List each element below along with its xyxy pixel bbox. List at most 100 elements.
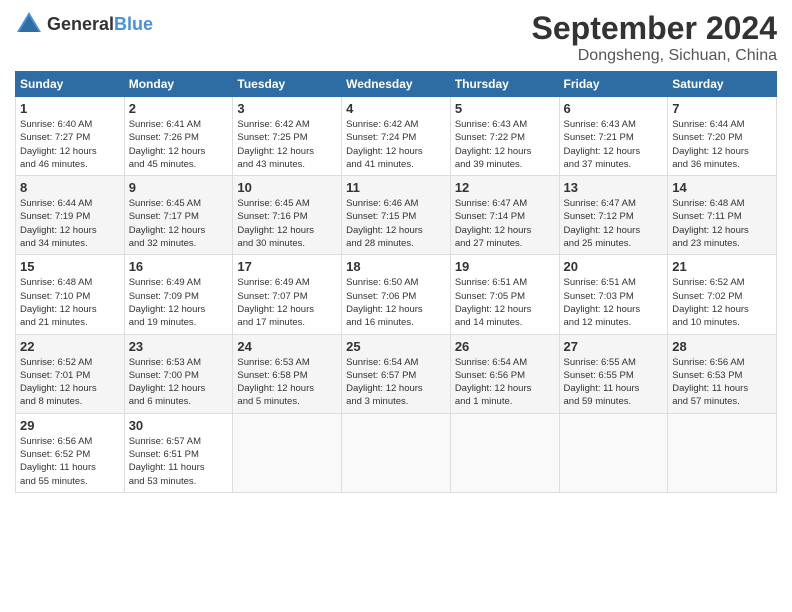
day-number: 3 [237,101,337,116]
calendar-cell [450,413,559,492]
calendar-cell: 16 Sunrise: 6:49 AM Sunset: 7:09 PM Dayli… [124,255,233,334]
header-sunday: Sunday [16,72,125,97]
calendar-cell: 24Sunrise: 6:53 AM Sunset: 6:58 PM Dayli… [233,334,342,413]
header-wednesday: Wednesday [342,72,451,97]
calendar-week-5: 29 Sunrise: 6:56 AM Sunset: 6:52 PM Dayli… [16,413,777,492]
calendar-cell: 5 Sunrise: 6:43 AM Sunset: 7:22 PM Daylig… [450,97,559,176]
day-number: 6 [564,101,664,116]
calendar-cell: 3 Sunrise: 6:42 AM Sunset: 7:25 PM Daylig… [233,97,342,176]
calendar-cell: 1 Sunrise: 6:40 AM Sunset: 7:27 PM Daylig… [16,97,125,176]
day-info: Sunrise: 6:56 AM Sunset: 6:52 PM Dayligh… [20,435,120,488]
calendar-cell: 15 Sunrise: 6:48 AM Sunset: 7:10 PM Dayli… [16,255,125,334]
day-info: Sunrise: 6:45 AM Sunset: 7:17 PM Dayligh… [129,197,229,250]
day-info: Sunrise: 6:41 AM Sunset: 7:26 PM Dayligh… [129,118,229,171]
day-info: Sunrise: 6:51 AM Sunset: 7:05 PM Dayligh… [455,276,555,329]
calendar-cell: 25 Sunrise: 6:54 AM Sunset: 6:57 PM Dayli… [342,334,451,413]
day-info: Sunrise: 6:47 AM Sunset: 7:14 PM Dayligh… [455,197,555,250]
header-monday: Monday [124,72,233,97]
day-number: 10 [237,180,337,195]
day-info: Sunrise: 6:57 AM Sunset: 6:51 PM Dayligh… [129,435,229,488]
day-info: Sunrise: 6:49 AM Sunset: 7:09 PM Dayligh… [129,276,229,329]
day-number: 18 [346,259,446,274]
header-thursday: Thursday [450,72,559,97]
day-info: Sunrise: 6:42 AM Sunset: 7:25 PM Dayligh… [237,118,337,171]
day-info: Sunrise: 6:49 AM Sunset: 7:07 PM Dayligh… [237,276,337,329]
day-info: Sunrise: 6:45 AM Sunset: 7:16 PM Dayligh… [237,197,337,250]
day-info: Sunrise: 6:43 AM Sunset: 7:22 PM Dayligh… [455,118,555,171]
day-info: Sunrise: 6:40 AM Sunset: 7:27 PM Dayligh… [20,118,120,171]
calendar-cell: 26 Sunrise: 6:54 AM Sunset: 6:56 PM Dayli… [450,334,559,413]
day-number: 21 [672,259,772,274]
day-number: 22 [20,339,120,354]
day-number: 7 [672,101,772,116]
calendar-cell: 20Sunrise: 6:51 AM Sunset: 7:03 PM Dayli… [559,255,668,334]
calendar-cell [668,413,777,492]
month-title: September 2024 [532,10,777,47]
calendar-week-1: 1 Sunrise: 6:40 AM Sunset: 7:27 PM Daylig… [16,97,777,176]
day-info: Sunrise: 6:52 AM Sunset: 7:01 PM Dayligh… [20,356,120,409]
day-number: 25 [346,339,446,354]
day-number: 16 [129,259,229,274]
calendar-cell: 28 Sunrise: 6:56 AM Sunset: 6:53 PM Dayli… [668,334,777,413]
calendar-cell: 13 Sunrise: 6:47 AM Sunset: 7:12 PM Dayli… [559,176,668,255]
day-info: Sunrise: 6:44 AM Sunset: 7:20 PM Dayligh… [672,118,772,171]
calendar-cell [342,413,451,492]
title-block: September 2024 Dongsheng, Sichuan, China [532,10,777,65]
day-number: 12 [455,180,555,195]
day-number: 11 [346,180,446,195]
day-info: Sunrise: 6:48 AM Sunset: 7:11 PM Dayligh… [672,197,772,250]
day-number: 4 [346,101,446,116]
day-number: 13 [564,180,664,195]
day-info: Sunrise: 6:53 AM Sunset: 6:58 PM Dayligh… [237,356,337,409]
day-info: Sunrise: 6:56 AM Sunset: 6:53 PM Dayligh… [672,356,772,409]
day-number: 23 [129,339,229,354]
calendar-cell: 29 Sunrise: 6:56 AM Sunset: 6:52 PM Dayli… [16,413,125,492]
calendar-cell: 4 Sunrise: 6:42 AM Sunset: 7:24 PM Daylig… [342,97,451,176]
calendar-cell: 12 Sunrise: 6:47 AM Sunset: 7:14 PM Dayli… [450,176,559,255]
location-subtitle: Dongsheng, Sichuan, China [532,47,777,65]
day-number: 29 [20,418,120,433]
calendar-cell: 11Sunrise: 6:46 AM Sunset: 7:15 PM Dayli… [342,176,451,255]
day-number: 8 [20,180,120,195]
calendar-cell: 17Sunrise: 6:49 AM Sunset: 7:07 PM Dayli… [233,255,342,334]
calendar-cell: 8 Sunrise: 6:44 AM Sunset: 7:19 PM Daylig… [16,176,125,255]
days-header-row: Sunday Monday Tuesday Wednesday Thursday… [16,72,777,97]
day-info: Sunrise: 6:42 AM Sunset: 7:24 PM Dayligh… [346,118,446,171]
day-number: 15 [20,259,120,274]
calendar-cell [559,413,668,492]
day-number: 1 [20,101,120,116]
calendar-cell: 18 Sunrise: 6:50 AM Sunset: 7:06 PM Dayli… [342,255,451,334]
day-info: Sunrise: 6:52 AM Sunset: 7:02 PM Dayligh… [672,276,772,329]
day-number: 26 [455,339,555,354]
calendar-cell: 27Sunrise: 6:55 AM Sunset: 6:55 PM Dayli… [559,334,668,413]
day-info: Sunrise: 6:47 AM Sunset: 7:12 PM Dayligh… [564,197,664,250]
calendar-container: GeneralBlue September 2024 Dongsheng, Si… [0,0,792,503]
header-tuesday: Tuesday [233,72,342,97]
day-info: Sunrise: 6:54 AM Sunset: 6:57 PM Dayligh… [346,356,446,409]
calendar-cell: 19Sunrise: 6:51 AM Sunset: 7:05 PM Dayli… [450,255,559,334]
day-number: 28 [672,339,772,354]
day-info: Sunrise: 6:50 AM Sunset: 7:06 PM Dayligh… [346,276,446,329]
day-info: Sunrise: 6:48 AM Sunset: 7:10 PM Dayligh… [20,276,120,329]
calendar-week-4: 22 Sunrise: 6:52 AM Sunset: 7:01 PM Dayli… [16,334,777,413]
day-number: 14 [672,180,772,195]
logo-icon [15,10,43,38]
calendar-cell: 6 Sunrise: 6:43 AM Sunset: 7:21 PM Daylig… [559,97,668,176]
day-number: 5 [455,101,555,116]
calendar-cell: 2 Sunrise: 6:41 AM Sunset: 7:26 PM Daylig… [124,97,233,176]
logo-blue: Blue [114,14,153,34]
calendar-cell [233,413,342,492]
calendar-cell: 14 Sunrise: 6:48 AM Sunset: 7:11 PM Dayli… [668,176,777,255]
calendar-cell: 10 Sunrise: 6:45 AM Sunset: 7:16 PM Dayli… [233,176,342,255]
calendar-week-3: 15 Sunrise: 6:48 AM Sunset: 7:10 PM Dayli… [16,255,777,334]
calendar-cell: 30Sunrise: 6:57 AM Sunset: 6:51 PM Dayli… [124,413,233,492]
calendar-cell: 9Sunrise: 6:45 AM Sunset: 7:17 PM Daylig… [124,176,233,255]
day-info: Sunrise: 6:44 AM Sunset: 7:19 PM Dayligh… [20,197,120,250]
day-info: Sunrise: 6:54 AM Sunset: 6:56 PM Dayligh… [455,356,555,409]
day-info: Sunrise: 6:53 AM Sunset: 7:00 PM Dayligh… [129,356,229,409]
day-info: Sunrise: 6:55 AM Sunset: 6:55 PM Dayligh… [564,356,664,409]
day-info: Sunrise: 6:43 AM Sunset: 7:21 PM Dayligh… [564,118,664,171]
day-number: 2 [129,101,229,116]
calendar-table: Sunday Monday Tuesday Wednesday Thursday… [15,71,777,493]
header-friday: Friday [559,72,668,97]
